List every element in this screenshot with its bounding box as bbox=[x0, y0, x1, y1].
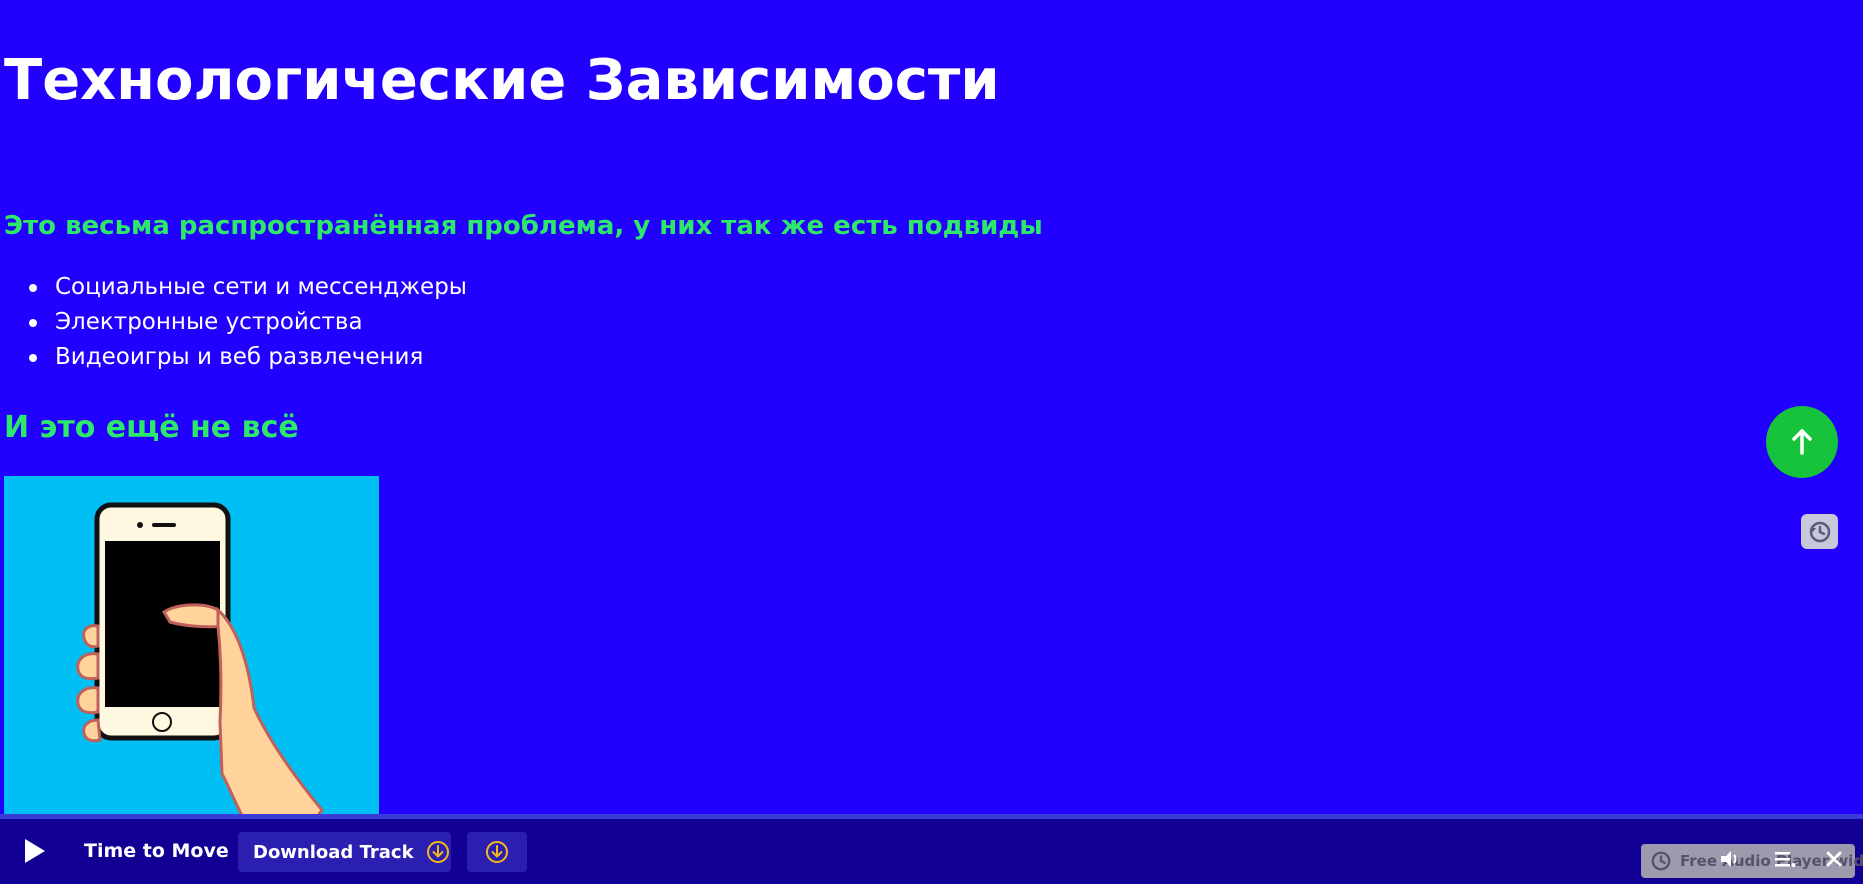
volume-button[interactable] bbox=[1717, 846, 1743, 872]
track-title: Time to Move bbox=[84, 840, 229, 862]
bullet-list: Социальные сети и мессенджеры Электронны… bbox=[0, 270, 467, 375]
playlist-button[interactable] bbox=[1772, 846, 1798, 872]
audio-player-bar: Time to Move Download Track Free Audio P… bbox=[0, 819, 1863, 884]
phone-illustration bbox=[4, 476, 379, 848]
download-icon bbox=[485, 840, 509, 864]
list-item: Видеоигры и веб развлечения bbox=[29, 340, 467, 375]
page-subtitle: Это весьма распространённая проблема, у … bbox=[4, 211, 1043, 241]
list-item: Электронные устройства bbox=[29, 305, 467, 340]
audio-widget-toggle-button[interactable] bbox=[1801, 514, 1838, 549]
download-icon bbox=[426, 840, 450, 864]
scroll-to-top-button[interactable] bbox=[1766, 406, 1838, 478]
playlist-icon bbox=[1774, 850, 1796, 868]
list-item: Социальные сети и мессенджеры bbox=[29, 270, 467, 305]
arrow-up-icon bbox=[1790, 428, 1814, 456]
download-track-label: Download Track bbox=[253, 841, 414, 863]
section-heading: И это ещё не всё bbox=[4, 410, 299, 445]
download-track-button[interactable]: Download Track bbox=[238, 832, 451, 872]
download-button[interactable] bbox=[467, 832, 527, 872]
play-icon bbox=[20, 836, 48, 866]
replay-icon bbox=[1650, 850, 1672, 872]
replay-icon bbox=[1808, 520, 1832, 544]
close-player-button[interactable] bbox=[1821, 846, 1847, 872]
volume-icon bbox=[1719, 849, 1741, 869]
close-icon bbox=[1826, 851, 1842, 867]
page-title: Технологические Зависимости bbox=[4, 48, 1000, 113]
play-button[interactable] bbox=[16, 833, 52, 869]
